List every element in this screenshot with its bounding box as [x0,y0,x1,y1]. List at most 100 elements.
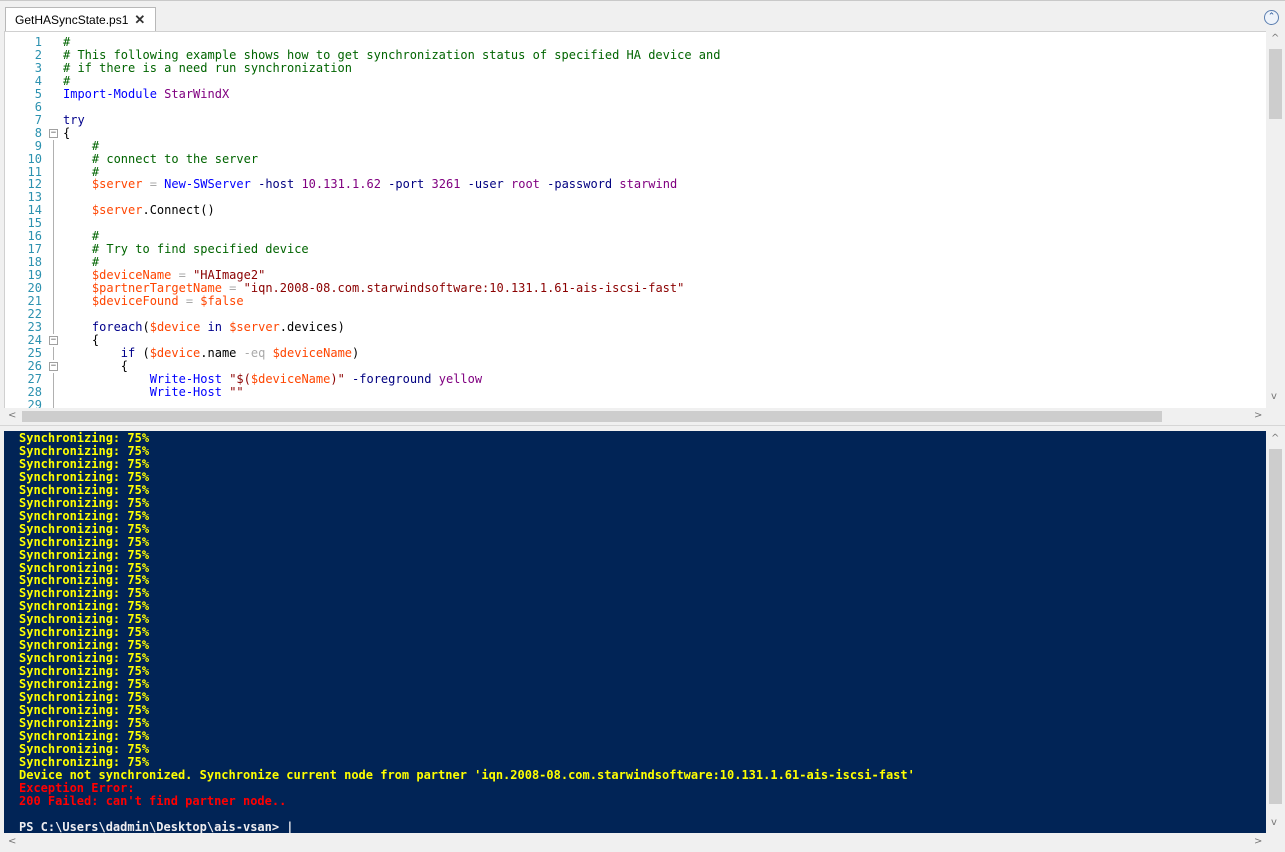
code-line[interactable]: 23 foreach($device in $server.devices) [5,319,1266,334]
code-token: $device [149,319,201,334]
code-token: -host [250,177,302,192]
fold-guide [53,346,54,360]
fold-guide [53,398,54,408]
code-line[interactable]: 17 # Try to find specified device [5,243,1266,257]
line-number: 9 [34,138,42,153]
console-horizontal-scrollbar[interactable]: < > [4,833,1285,852]
code-line[interactable]: 8−{ [5,125,1266,140]
scroll-down-arrow-icon[interactable]: v [1271,817,1277,828]
console-vertical-scroll-thumb[interactable] [1269,449,1282,804]
fold-guide [53,307,54,321]
code-line[interactable]: 14 $server.Connect() [5,203,1266,218]
line-number: 3 [34,60,42,75]
code-line[interactable]: 3 # if there is a need run synchronizatio… [5,60,1266,75]
code-token: $deviceName [63,268,172,283]
console-prompt[interactable]: PS C:\Users\dadmin\Desktop\ais-vsan> | [19,820,294,833]
code-token: # [63,138,100,153]
console-output-line: Synchronizing: 75% [19,715,150,730]
editor-vertical-scrollbar[interactable]: ^ v [1266,31,1285,408]
line-number: 10 [27,151,42,166]
code-token: Write-Host [63,371,222,386]
console-output-line: Synchronizing: 75% [19,443,150,458]
fold-guide [53,243,54,257]
code-token: $deviceName [250,371,331,386]
code-token: ( [142,319,150,334]
code-line[interactable]: 28 Write-Host "" [5,385,1266,399]
fold-guide [53,282,54,296]
fold-toggle-icon[interactable]: − [49,128,58,138]
line-number: 25 [27,345,42,360]
console-pane[interactable]: Synchronizing: 75% Synchronizing: 75% Sync… [4,431,1266,833]
line-number: 8 [34,125,42,140]
console-output-line: Synchronizing: 75% [19,728,150,743]
code-token: -port [380,177,432,192]
code-token: "$( [229,371,251,386]
console-output-line: Synchronizing: 75% [19,702,150,717]
collapse-pane-icon[interactable]: ⌃ [1264,10,1279,25]
tab-strip: GetHASyncState.ps1 ✕ ⌃ [0,0,1285,32]
fold-guide [53,385,54,399]
fold-toggle-icon[interactable]: − [49,361,58,371]
code-token: # Try to find specified device [63,242,309,257]
editor-horizontal-scrollbar[interactable]: < > [4,408,1266,425]
code-token: "iqn.2008-08.com.starwindsoftware:10.131… [243,281,685,296]
code-token: .Connect() [142,203,215,218]
line-number: 23 [27,319,42,334]
console-output-line: Synchronizing: 75% [19,456,150,471]
code-token: # [63,255,100,270]
scroll-left-arrow-icon[interactable]: < [8,410,16,421]
fold-guide [53,152,54,166]
code-token: 3261 [431,177,461,192]
scroll-left-arrow-icon[interactable]: < [8,836,16,847]
code-line[interactable]: 6 [5,99,1266,114]
editor-horizontal-scroll-thumb[interactable] [22,411,1162,422]
code-token: -password [539,177,620,192]
code-token: # [63,35,71,49]
code-text: # if there is a need run synchronization [63,61,352,75]
code-token: if [63,345,136,360]
code-line[interactable]: 12 $server = New-SWServer -host 10.131.1… [5,177,1266,192]
code-text: foreach($device in $server.devices) [63,319,345,334]
code-token: -user [460,177,511,192]
tab-gethasyncstate[interactable]: GetHASyncState.ps1 ✕ [5,7,156,32]
fold-guide [53,165,54,179]
code-line[interactable]: 5 Import-Module StarWindX [5,86,1266,101]
fold-guide [53,295,54,308]
line-number: 6 [34,99,42,114]
scroll-down-arrow-icon[interactable]: v [1271,391,1277,402]
code-line[interactable]: 25 if ($device.name -eq $deviceName) [5,345,1266,360]
console-output-line: Synchronizing: 75% [19,469,150,484]
fold-toggle-icon[interactable]: − [49,335,58,345]
scroll-right-arrow-icon[interactable]: > [1254,410,1262,421]
console-vertical-scrollbar[interactable]: ^ v [1266,431,1285,833]
tab-close-icon[interactable]: ✕ [134,12,145,28]
code-line[interactable]: 21 $deviceFound = $false [5,295,1266,308]
code-token: New-SWServer [164,177,251,192]
code-token: -foreground [344,371,439,386]
script-editor[interactable]: 1 #2 # This following example shows how to… [4,31,1266,408]
code-token: { [63,332,100,347]
code-line[interactable]: 29 [5,398,1266,408]
fold-guide [53,178,54,192]
code-token: starwind [619,177,678,192]
line-number: 22 [27,306,42,321]
console-output-line: Synchronizing: 75% [19,534,150,549]
code-line[interactable]: 7 try [5,112,1266,127]
code-line[interactable]: 10 # connect to the server [5,151,1266,166]
console-output-line: Exception Error: [19,780,135,795]
code-token: try [63,112,85,127]
code-token: $deviceFound [63,294,179,308]
scroll-up-arrow-icon[interactable]: ^ [1271,433,1279,444]
code-text: # Try to find specified device [63,243,309,256]
console-output-line: Synchronizing: 75% [19,508,150,523]
code-token: StarWindX [164,86,230,101]
code-line[interactable]: 15 [5,217,1266,231]
code-token: = [178,294,201,308]
console-output-line: Synchronizing: 75% [19,547,150,562]
scroll-up-arrow-icon[interactable]: ^ [1271,33,1279,44]
scroll-right-arrow-icon[interactable]: > [1254,836,1262,847]
code-token: { [63,358,129,373]
editor-vertical-scroll-thumb[interactable] [1269,49,1282,119]
fold-guide [53,191,54,205]
